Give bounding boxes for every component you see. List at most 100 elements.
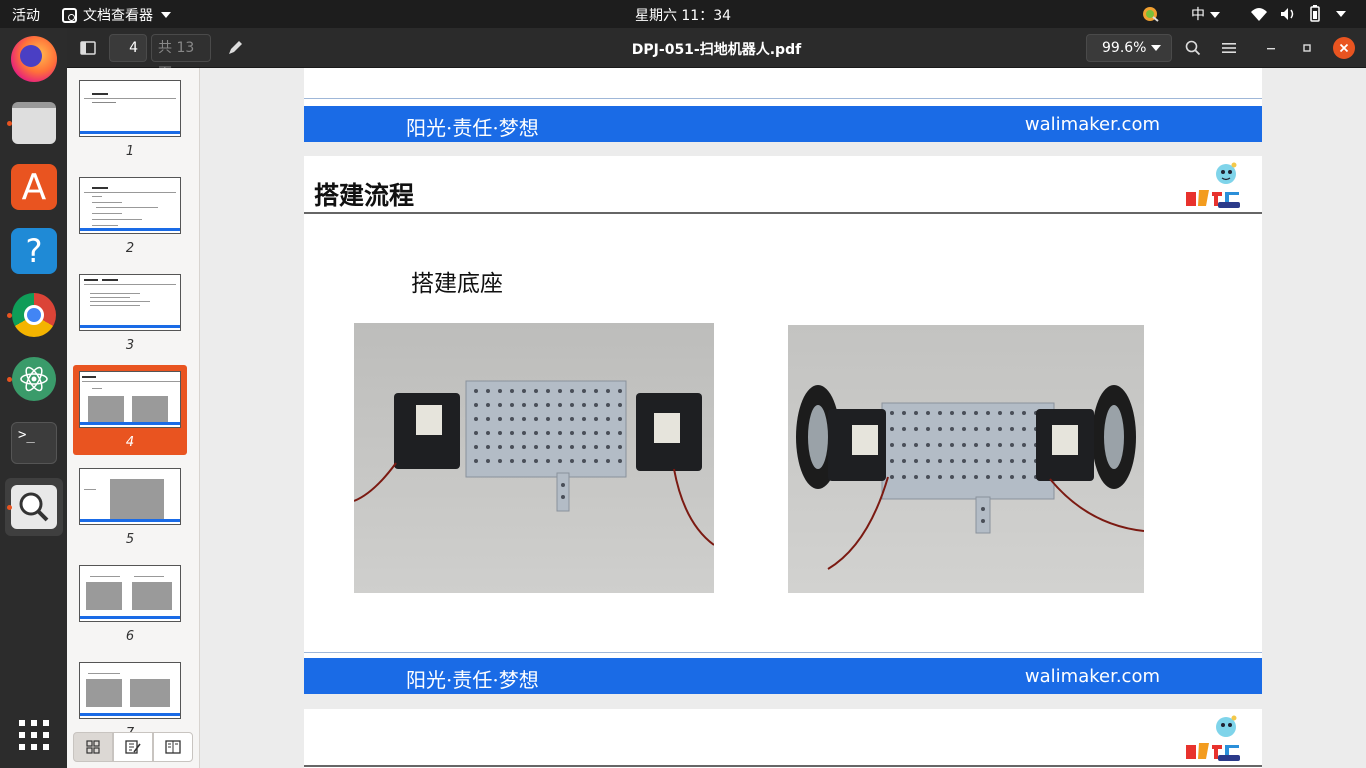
files-icon [12,102,56,144]
dock-firefox[interactable] [5,30,63,88]
thumbnail-label: 2 [125,241,135,256]
app-grid-icon [19,720,49,750]
footer-rule [304,98,1262,99]
app-name: 文档查看器 [83,8,153,24]
book-icon [165,740,181,754]
software-center-icon: A [11,164,57,210]
terminal-icon: >_ [11,422,57,464]
page-total-label: 共 13 页 [151,34,211,82]
maximize-icon [1303,44,1311,52]
input-method-indicator[interactable]: 中 [1191,4,1220,24]
dock-files[interactable] [5,94,63,152]
annotate-button[interactable] [221,34,249,62]
document-viewer-icon [62,7,77,23]
battery-icon[interactable] [1308,5,1322,23]
footer-rule [304,652,1262,653]
footer-slogan: 阳光·责任·梦想 [406,668,539,692]
close-button[interactable] [1333,37,1355,59]
minimize-button[interactable] [1259,34,1283,62]
chevron-down-icon [1151,45,1161,51]
footer-website: walimaker.com [1024,666,1160,687]
title-rule [304,212,1262,214]
zoom-select[interactable]: 99.6% [1086,34,1172,62]
running-indicator [7,377,12,382]
dock-document-viewer[interactable] [5,478,63,536]
pdf-page-3: 阳光·责任·梦想 walimaker.com [304,68,1262,142]
grid-icon [86,740,100,754]
running-indicator [7,505,12,510]
wifi-icon[interactable] [1250,6,1268,22]
base-photo-1 [354,323,714,593]
dock-software[interactable]: A [5,158,63,216]
thumbnail-image [79,371,181,428]
thumbnail-page-3[interactable]: 3 [73,268,187,358]
thumbnail-image [79,177,181,234]
slide-title: 搭建流程 [314,181,415,210]
menu-button[interactable] [1214,34,1244,62]
footer-slogan: 阳光·责任·梦想 [406,116,539,140]
running-indicator [7,313,12,318]
help-icon: ? [11,228,57,274]
thumbnail-page-1[interactable]: 1 [73,74,187,164]
system-tray[interactable]: 中 [1141,4,1346,24]
thumbnail-page-4[interactable]: 4 [73,365,187,455]
thumbnail-image [79,80,181,137]
thumbnail-page-6[interactable]: 6 [73,559,187,649]
chevron-down-icon [1210,12,1220,18]
title-rule [304,765,1262,767]
running-indicator [7,121,12,126]
minimize-icon [1267,48,1275,50]
atom-icon [12,357,56,401]
volume-icon[interactable] [1280,6,1296,22]
sidebar-view-switcher [73,732,193,762]
dock-terminal[interactable]: >_ [5,414,63,472]
walimaker-logo-icon [1186,162,1240,208]
base-photo-2 [788,325,1144,593]
header-bar: 4 共 13 页 DPJ-051-扫地机器人.pdf 99.6% [67,28,1366,82]
thumbnail-image [79,274,181,331]
annotation-icon [125,740,141,754]
thumbnail-label: 1 [125,144,135,159]
dock-help[interactable]: ? [5,222,63,280]
maximize-button[interactable] [1295,34,1319,62]
page-number-input[interactable]: 4 [109,34,147,62]
document-view[interactable]: 阳光·责任·梦想 walimaker.com 搭建流程 搭建底座 阳光·责任·梦… [200,68,1366,768]
app-menu[interactable]: 文档查看器 [62,5,171,25]
update-notifier-icon[interactable] [1141,5,1161,23]
chevron-down-icon [161,12,171,18]
footer-website: walimaker.com [1024,114,1160,135]
clock[interactable]: 星期六 11：34 [635,8,731,24]
search-button[interactable] [1178,34,1208,62]
pdf-page-5 [304,709,1262,768]
annotations-tab[interactable] [113,732,153,762]
zoom-value: 99.6% [1102,40,1147,56]
thumbnail-page-5[interactable]: 5 [73,462,187,552]
outline-tab[interactable] [153,732,193,762]
firefox-icon [11,36,57,82]
dock-atom[interactable] [5,350,63,408]
slide-subtitle: 搭建底座 [411,271,503,297]
thumbnail-page-2[interactable]: 2 [73,171,187,261]
thumbnail-label: 4 [125,435,135,450]
top-bar: 活动 文档查看器 星期六 11：34 中 [0,0,1366,28]
system-menu-chevron-icon[interactable] [1336,11,1346,17]
thumbnail-image [79,468,181,525]
thumbnails-tab[interactable] [73,732,113,762]
sidebar-toggle-button[interactable] [73,34,103,62]
page-footer: 阳光·责任·梦想 walimaker.com [304,106,1262,142]
show-applications-button[interactable] [5,706,63,764]
dock: A ? >_ [0,28,67,768]
close-icon [1339,43,1349,53]
sidebar-icon [80,41,96,55]
thumbnail-image [79,662,181,719]
page-footer: 阳光·责任·梦想 walimaker.com [304,658,1262,694]
thumbnail-image [79,565,181,622]
activities-button[interactable]: 活动 [12,5,40,25]
hamburger-menu-icon [1222,43,1236,53]
dock-chrome[interactable] [5,286,63,344]
thumbnail-label: 5 [125,532,135,547]
thumbnail-label: 6 [125,629,135,644]
pdf-page-4: 搭建流程 搭建底座 阳光·责任·梦想 walimaker.com [304,156,1262,694]
pencil-icon [229,41,242,54]
search-icon [1185,40,1201,56]
